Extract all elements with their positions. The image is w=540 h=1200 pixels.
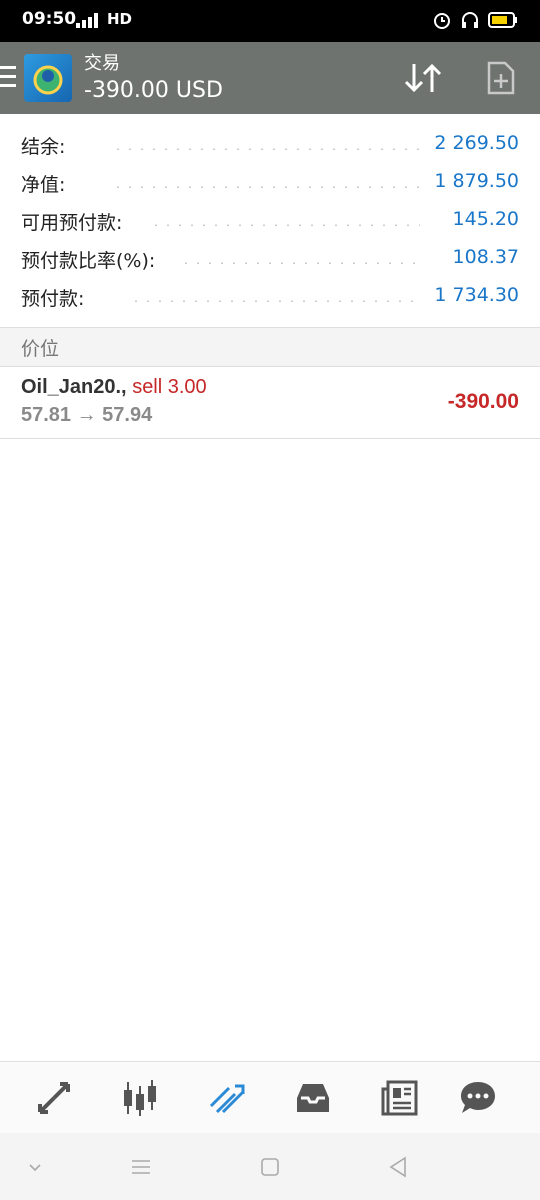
app-logo[interactable]: [24, 54, 72, 102]
summary-label: 预付款比率(%):: [21, 246, 162, 273]
summary-label: 可用预付款:: [21, 208, 129, 235]
home-icon[interactable]: [258, 1155, 282, 1179]
trade-icon[interactable]: [205, 1078, 249, 1118]
chevron-down-icon[interactable]: [23, 1155, 47, 1179]
bottom-nav: [0, 1061, 540, 1134]
system-nav: [0, 1133, 540, 1200]
back-icon[interactable]: [386, 1155, 410, 1179]
page-title: 交易: [84, 53, 120, 74]
summary-value: 2 269.50: [426, 132, 519, 154]
summary-value: 1 734.30: [426, 284, 519, 306]
headphones-icon: [460, 10, 480, 34]
battery-icon: [488, 12, 518, 32]
position-row[interactable]: Oil_Jan20., sell 3.00 57.81 → 57.94 -390…: [0, 366, 540, 439]
summary-value: 1 879.50: [426, 170, 519, 192]
status-time: 09:50: [22, 9, 77, 29]
app-bar: 交易 -390.00 USD: [0, 42, 540, 114]
status-bar: 09:50 HD: [0, 0, 540, 42]
sort-icon[interactable]: [402, 60, 444, 96]
recent-apps-icon[interactable]: [129, 1155, 153, 1179]
summary-value: 145.20: [444, 208, 519, 230]
new-order-icon[interactable]: [486, 60, 516, 96]
signal-icon: [76, 12, 104, 32]
network-type: HD: [107, 10, 133, 28]
section-title: 价位: [21, 338, 60, 360]
news-icon[interactable]: [378, 1078, 422, 1118]
summary-label: 预付款:: [21, 284, 91, 311]
history-icon[interactable]: [291, 1078, 335, 1118]
summary-row-equity: 净值: 1 879.50: [0, 164, 540, 202]
chart-icon[interactable]: [118, 1078, 162, 1118]
menu-icon[interactable]: [0, 66, 16, 90]
chat-icon[interactable]: [456, 1078, 500, 1118]
summary-value: 108.37: [444, 246, 519, 268]
profit-total: -390.00 USD: [84, 78, 223, 103]
summary-label: 净值:: [21, 170, 72, 197]
alarm-icon: [432, 10, 452, 34]
position-side: sell 3.00: [132, 376, 207, 398]
positions-header: 价位: [0, 327, 540, 367]
position-title: Oil_Jan20., sell 3.00: [21, 376, 207, 399]
summary-row-free-margin: 可用预付款: 145.20: [0, 202, 540, 240]
summary-row-balance: 结余: 2 269.50: [0, 126, 540, 164]
account-summary: 结余: 2 269.50 净值: 1 879.50 可用预付款: 145.20 …: [0, 126, 540, 316]
position-profit: -390.00: [447, 390, 519, 413]
position-prices: 57.81 → 57.94: [21, 404, 153, 426]
position-symbol: Oil_Jan20.,: [21, 376, 127, 398]
summary-row-margin-level: 预付款比率(%): 108.37: [0, 240, 540, 278]
quotes-icon[interactable]: [32, 1078, 76, 1118]
summary-row-margin: 预付款: 1 734.30: [0, 278, 540, 316]
summary-label: 结余:: [21, 132, 72, 159]
